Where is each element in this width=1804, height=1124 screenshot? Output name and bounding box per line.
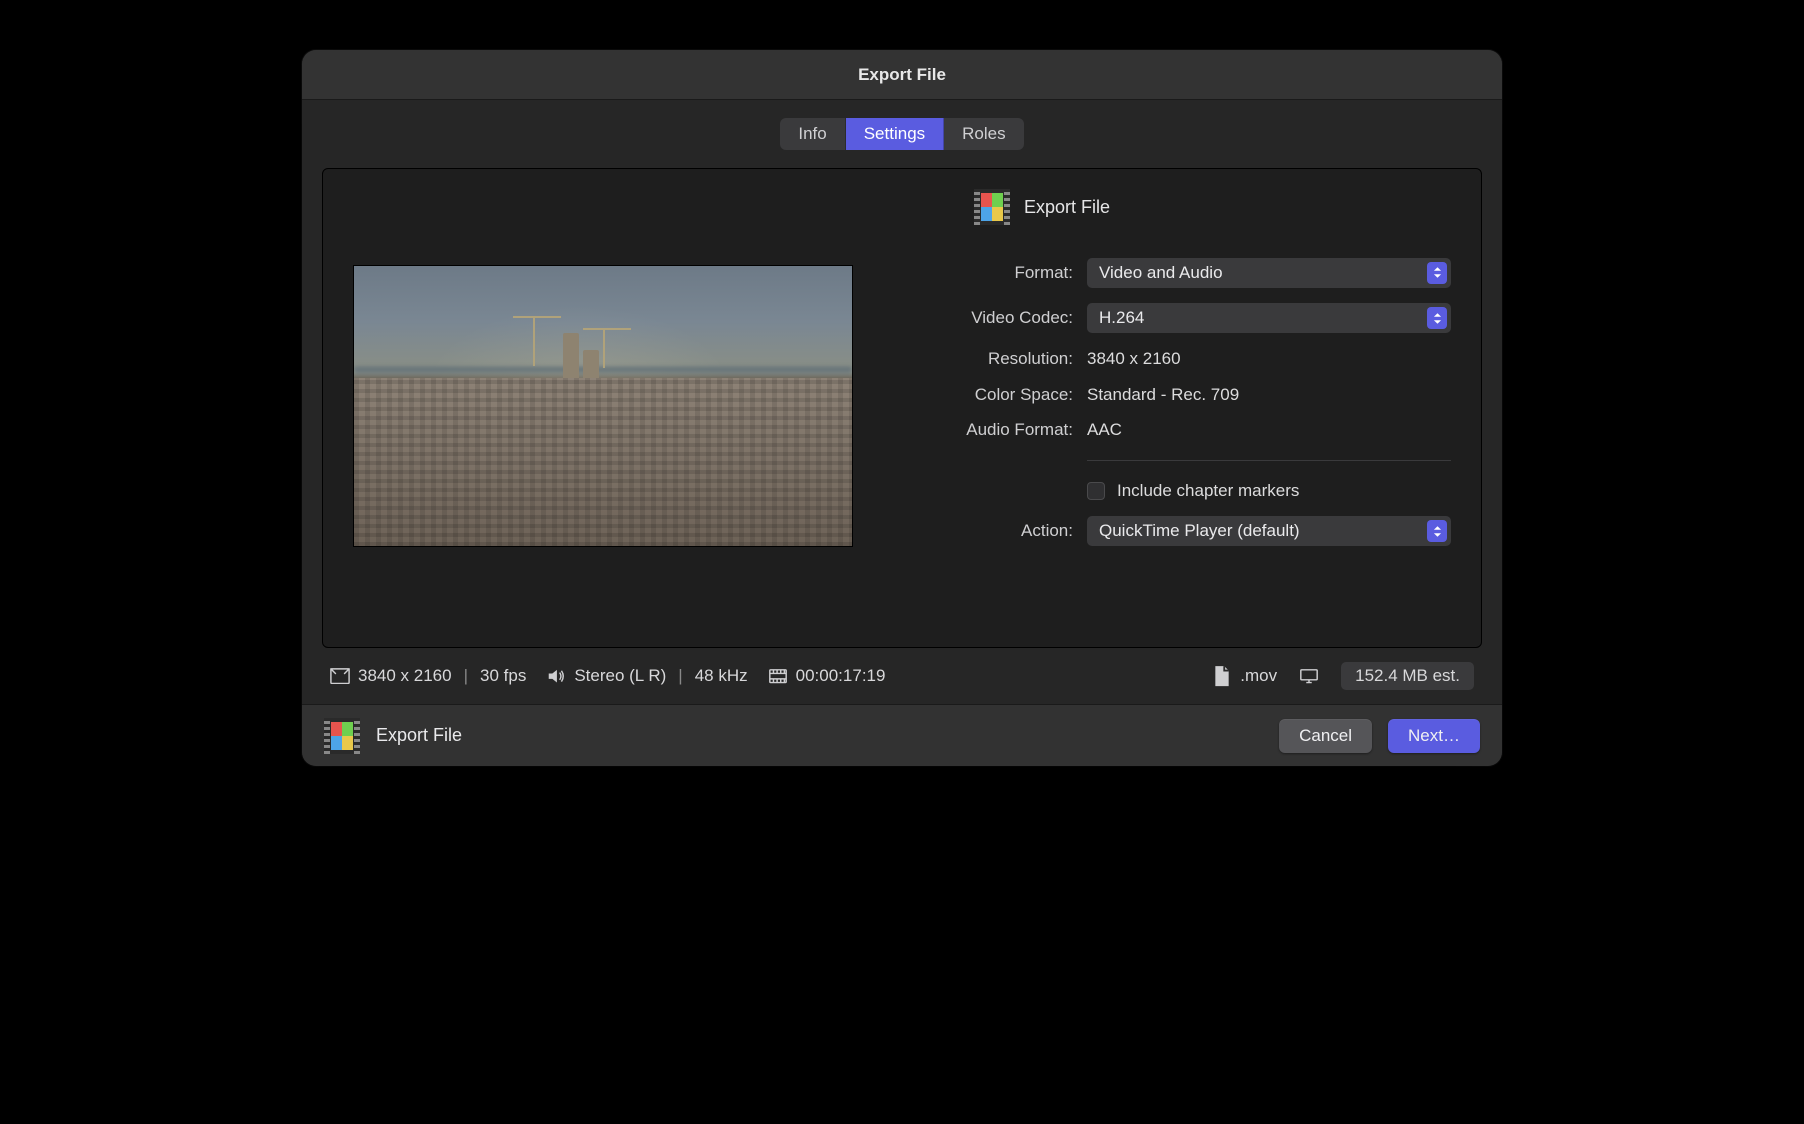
film-icon bbox=[324, 718, 360, 754]
resolution-label: Resolution: bbox=[903, 349, 1073, 369]
dialog-footer: Export File Cancel Next… bbox=[302, 704, 1502, 766]
format-select[interactable]: Video and Audio bbox=[1087, 258, 1451, 288]
resolution-value: 3840 x 2160 bbox=[1087, 349, 1451, 369]
tab-roles[interactable]: Roles bbox=[944, 118, 1023, 150]
export-dialog: Export File Info Settings Roles Export F… bbox=[302, 50, 1502, 766]
info-ext: .mov bbox=[1240, 666, 1277, 686]
info-khz: 48 kHz bbox=[695, 666, 748, 686]
info-duration: 00:00:17:19 bbox=[796, 666, 886, 686]
action-label: Action: bbox=[903, 521, 1073, 541]
info-audio: Stereo (L R) bbox=[574, 666, 666, 686]
chevrons-icon bbox=[1427, 307, 1447, 329]
codec-label: Video Codec: bbox=[903, 308, 1073, 328]
action-select[interactable]: QuickTime Player (default) bbox=[1087, 516, 1451, 546]
format-label: Format: bbox=[903, 263, 1073, 283]
chapter-markers-label: Include chapter markers bbox=[1117, 481, 1299, 501]
tab-info[interactable]: Info bbox=[780, 118, 845, 150]
action-value: QuickTime Player (default) bbox=[1099, 521, 1300, 541]
codec-value: H.264 bbox=[1099, 308, 1144, 328]
monitor-icon bbox=[1299, 667, 1319, 685]
settings-panel: Export File Format: Video and Audio bbox=[322, 168, 1482, 648]
info-fps: 30 fps bbox=[480, 666, 526, 686]
colorspace-label: Color Space: bbox=[903, 385, 1073, 405]
divider bbox=[1087, 460, 1451, 461]
speaker-icon bbox=[546, 667, 566, 685]
tab-settings[interactable]: Settings bbox=[846, 118, 944, 150]
file-icon bbox=[1212, 667, 1232, 685]
audio-format-label: Audio Format: bbox=[903, 420, 1073, 440]
chevrons-icon bbox=[1427, 262, 1447, 284]
next-button[interactable]: Next… bbox=[1388, 719, 1480, 753]
tabs: Info Settings Roles bbox=[322, 118, 1482, 150]
filmstrip-icon bbox=[768, 667, 788, 685]
info-size: 152.4 MB est. bbox=[1341, 662, 1474, 690]
film-icon bbox=[974, 189, 1010, 225]
info-bar: 3840 x 2160 | 30 fps Stereo (L R) | 48 k… bbox=[322, 648, 1482, 704]
footer-title: Export File bbox=[376, 725, 462, 746]
codec-select[interactable]: H.264 bbox=[1087, 303, 1451, 333]
titlebar: Export File bbox=[302, 50, 1502, 100]
chevrons-icon bbox=[1427, 520, 1447, 542]
info-resolution: 3840 x 2160 bbox=[358, 666, 452, 686]
cancel-button[interactable]: Cancel bbox=[1279, 719, 1372, 753]
frame-icon bbox=[330, 667, 350, 685]
colorspace-value: Standard - Rec. 709 bbox=[1087, 385, 1451, 405]
audio-format-value: AAC bbox=[1087, 420, 1451, 440]
dialog-title: Export File bbox=[858, 65, 946, 85]
format-value: Video and Audio bbox=[1099, 263, 1223, 283]
panel-title: Export File bbox=[1024, 197, 1110, 218]
chapter-markers-checkbox[interactable] bbox=[1087, 482, 1105, 500]
settings-form: Format: Video and Audio Video Codec: H.2… bbox=[903, 257, 1451, 547]
video-preview bbox=[353, 265, 853, 547]
